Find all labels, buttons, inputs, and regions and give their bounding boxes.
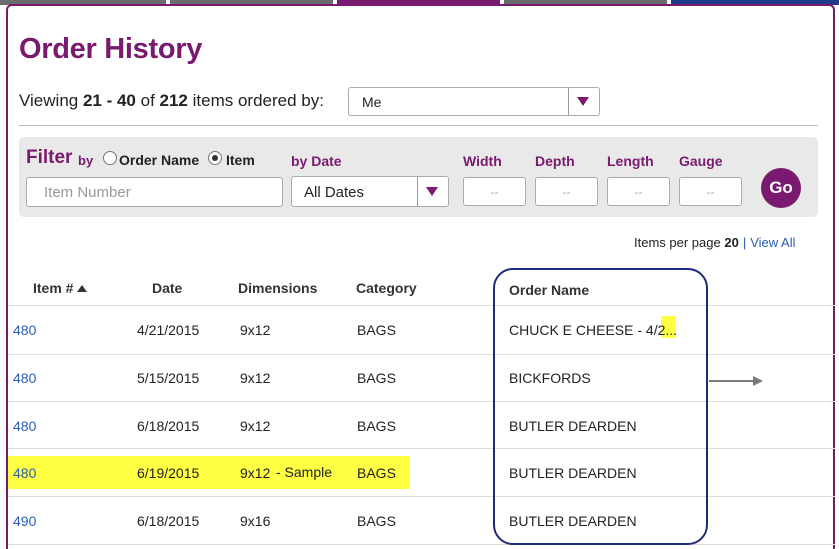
page-title: Order History bbox=[19, 33, 203, 65]
viewing-total: 212 bbox=[159, 91, 188, 110]
by-date-label: by Date bbox=[291, 153, 342, 169]
order-date: 6/19/2015 bbox=[137, 465, 200, 481]
depth-input[interactable]: -- bbox=[535, 177, 598, 206]
radio-order-name[interactable] bbox=[103, 151, 117, 165]
item-number-link[interactable]: 480 bbox=[13, 370, 36, 386]
radio-order-name-label[interactable]: Order Name bbox=[119, 152, 199, 168]
date-select[interactable]: All Dates bbox=[291, 176, 449, 207]
row-divider bbox=[8, 496, 835, 497]
order-date: 6/18/2015 bbox=[137, 513, 200, 529]
viewing-of: of bbox=[135, 91, 160, 110]
ordered-by-dropdown-toggle[interactable] bbox=[568, 88, 599, 115]
category: BAGS bbox=[357, 370, 396, 386]
sort-ascending-icon bbox=[77, 285, 88, 292]
row-divider bbox=[8, 448, 835, 449]
item-number-input[interactable]: Item Number bbox=[26, 177, 283, 207]
dimensions: 9x16 bbox=[240, 513, 271, 529]
items-per-page-value[interactable]: 20 bbox=[724, 235, 738, 250]
order-date: 6/18/2015 bbox=[137, 418, 200, 434]
ordered-by-select[interactable]: Me bbox=[348, 87, 600, 116]
row-divider bbox=[8, 305, 835, 306]
chevron-down-icon bbox=[426, 187, 438, 196]
dimensions: 9x12 bbox=[240, 322, 271, 338]
date-dropdown-toggle[interactable] bbox=[417, 177, 448, 206]
column-header-item[interactable]: Item # bbox=[33, 280, 88, 296]
order-date: 4/21/2015 bbox=[137, 322, 200, 338]
dimensions: 9x12 bbox=[240, 370, 271, 386]
row-divider bbox=[8, 401, 835, 402]
width-input[interactable]: -- bbox=[463, 177, 526, 206]
viewing-suffix: items ordered by: bbox=[187, 91, 324, 110]
gauge-label: Gauge bbox=[679, 153, 723, 169]
chevron-down-icon bbox=[577, 97, 589, 106]
date-select-value: All Dates bbox=[304, 184, 365, 201]
category: BAGS bbox=[357, 418, 396, 434]
highlighted-row-marker bbox=[8, 456, 410, 489]
category: BAGS bbox=[357, 513, 396, 529]
viewing-range: 21 - 40 bbox=[82, 91, 136, 110]
radio-item-label[interactable]: Item bbox=[226, 152, 255, 168]
items-per-page: Items per page 20 | View All bbox=[634, 235, 796, 250]
annotation-arrow-line bbox=[709, 380, 755, 382]
ordered-by-value: Me bbox=[362, 94, 382, 110]
radio-item[interactable] bbox=[208, 151, 222, 165]
order-name-callout-outline bbox=[493, 268, 708, 545]
sample-note: - Sample bbox=[276, 464, 333, 480]
column-header-date[interactable]: Date bbox=[152, 280, 182, 296]
order-date: 5/15/2015 bbox=[137, 370, 200, 386]
length-label: Length bbox=[607, 153, 654, 169]
item-number-link[interactable]: 480 bbox=[13, 322, 36, 338]
row-divider bbox=[8, 544, 835, 545]
arrow-right-icon bbox=[753, 376, 763, 386]
column-header-category[interactable]: Category bbox=[356, 280, 417, 296]
item-number-link[interactable]: 490 bbox=[13, 513, 36, 529]
item-number-link[interactable]: 480 bbox=[13, 465, 36, 481]
dimensions: 9x12 bbox=[240, 465, 271, 481]
row-divider bbox=[8, 354, 835, 355]
depth-label: Depth bbox=[535, 153, 575, 169]
category: BAGS bbox=[357, 322, 396, 338]
viewing-prefix: Viewing bbox=[19, 91, 83, 110]
gauge-input[interactable]: -- bbox=[679, 177, 742, 206]
column-header-item-label: Item # bbox=[33, 280, 74, 296]
view-all-link[interactable]: View All bbox=[750, 235, 795, 250]
items-per-page-label: Items per page bbox=[634, 235, 721, 250]
dimensions: 9x12 bbox=[240, 418, 271, 434]
go-button[interactable]: Go bbox=[761, 168, 801, 208]
pager-separator: | bbox=[742, 235, 747, 250]
filter-heading: Filter bbox=[26, 147, 73, 168]
column-header-dimensions[interactable]: Dimensions bbox=[238, 280, 317, 296]
width-label: Width bbox=[463, 153, 502, 169]
length-input[interactable]: -- bbox=[607, 177, 670, 206]
item-number-link[interactable]: 480 bbox=[13, 418, 36, 434]
divider bbox=[19, 125, 818, 126]
category: BAGS bbox=[357, 465, 396, 481]
viewing-summary: Viewing 21 - 40 of 212 items ordered by: bbox=[19, 91, 324, 111]
filter-by-label: by bbox=[78, 153, 94, 168]
